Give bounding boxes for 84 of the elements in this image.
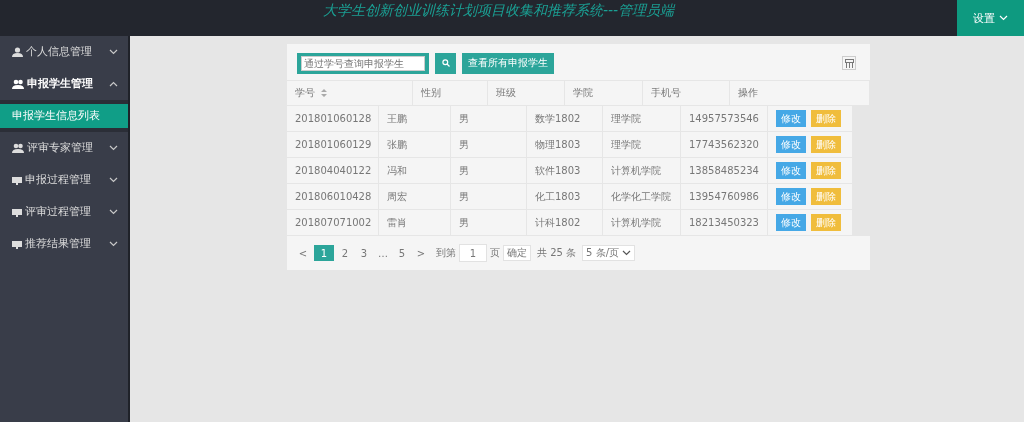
- view-all-button[interactable]: 查看所有申报学生: [462, 52, 554, 74]
- page-button[interactable]: 2: [337, 245, 353, 261]
- chevron-down-icon: [109, 177, 118, 183]
- nav-subitem[interactable]: 申报学生信息列表: [0, 104, 128, 128]
- users-icon: [12, 79, 24, 89]
- table-cell: 计算机学院: [603, 158, 681, 183]
- chevron-down-icon: [109, 241, 118, 247]
- page-input[interactable]: 1: [459, 244, 487, 262]
- table-cell: 13954760986: [681, 184, 768, 209]
- column-header: 操作: [730, 81, 870, 105]
- page-button[interactable]: …: [375, 245, 391, 261]
- nav-item[interactable]: 评审过程管理: [0, 196, 128, 228]
- confirm-button[interactable]: 确定: [503, 245, 531, 261]
- search-button[interactable]: [435, 52, 456, 74]
- table-cell: 王鹏: [379, 106, 451, 131]
- table-cell: 冯和: [379, 158, 451, 183]
- table-cell: 男: [451, 106, 527, 131]
- edit-button[interactable]: 修改: [776, 136, 806, 153]
- table-cell: 物理1803: [527, 132, 603, 157]
- edit-button[interactable]: 修改: [776, 214, 806, 231]
- table-cell: 18213450323: [681, 210, 768, 235]
- nav-item[interactable]: 个人信息管理: [0, 36, 128, 68]
- column-header: 性别: [413, 81, 488, 105]
- table-cell: 201807071002: [287, 210, 379, 235]
- edit-button[interactable]: 修改: [776, 110, 806, 127]
- table-cell: 201801060128: [287, 106, 379, 131]
- search-icon: [441, 59, 450, 67]
- chevron-down-icon: [109, 209, 118, 215]
- chevron-up-icon: [109, 81, 118, 87]
- window-title: 大学生创新创业训练计划项目收集和推荐系统---管理员端: [321, 1, 677, 20]
- page-size-select[interactable]: 5 条/页: [582, 245, 635, 261]
- table-cell: 计科1802: [527, 210, 603, 235]
- column-header[interactable]: 学号: [287, 81, 413, 105]
- table-cell: 雷肖: [379, 210, 451, 235]
- columns-button[interactable]: [842, 56, 856, 70]
- card-icon: [12, 175, 22, 185]
- page-button[interactable]: 1: [314, 245, 334, 261]
- nav-item[interactable]: 申报学生管理: [0, 68, 128, 100]
- total-count: 共 25 条: [537, 246, 577, 260]
- table-cell: 201801060129: [287, 132, 379, 157]
- column-header: 手机号: [643, 81, 730, 105]
- chevron-down-icon: [109, 145, 118, 151]
- table-cell: 男: [451, 158, 527, 183]
- card-icon: [12, 239, 22, 249]
- next-page-button[interactable]: >: [413, 245, 429, 261]
- table-cell: 理学院: [603, 106, 681, 131]
- table-cell: 男: [451, 184, 527, 209]
- chevron-down-icon: [622, 250, 631, 256]
- columns-icon: [844, 58, 854, 68]
- chevron-down-icon: [109, 49, 118, 55]
- table-cell: 17743562320: [681, 132, 768, 157]
- page-unit: 页: [490, 246, 500, 260]
- goto-label: 到第: [436, 246, 456, 260]
- edit-button[interactable]: 修改: [776, 162, 806, 179]
- table-cell: 男: [451, 132, 527, 157]
- table-cell: 化工1803: [527, 184, 603, 209]
- column-header: 学院: [565, 81, 643, 105]
- page-button[interactable]: 3: [356, 245, 372, 261]
- prev-page-button[interactable]: <: [295, 245, 311, 261]
- table-cell: 13858485234: [681, 158, 768, 183]
- nav-item[interactable]: 申报过程管理: [0, 164, 128, 196]
- search-field[interactable]: 通过学号查询申报学生: [297, 52, 429, 74]
- table-cell: 201806010428: [287, 184, 379, 209]
- nav-item[interactable]: 推荐结果管理: [0, 228, 128, 260]
- table-cell: 男: [451, 210, 527, 235]
- table-cell: 14957573546: [681, 106, 768, 131]
- chevron-down-icon: [999, 15, 1008, 21]
- users-icon: [12, 143, 24, 153]
- page-button[interactable]: 5: [394, 245, 410, 261]
- table-cell: 数学1802: [527, 106, 603, 131]
- column-header: 班级: [488, 81, 565, 105]
- table-cell: 化学化工学院: [603, 184, 681, 209]
- edit-button[interactable]: 修改: [776, 188, 806, 205]
- table-cell: 计算机学院: [603, 210, 681, 235]
- settings-button[interactable]: 设置: [957, 0, 1024, 36]
- user-icon: [12, 47, 23, 57]
- table-cell: 周宏: [379, 184, 451, 209]
- table-cell: 201804040122: [287, 158, 379, 183]
- table-cell: 理学院: [603, 132, 681, 157]
- sort-icon: [321, 89, 327, 97]
- card-icon: [12, 207, 22, 217]
- nav-item[interactable]: 评审专家管理: [0, 132, 128, 164]
- table-cell: 软件1803: [527, 158, 603, 183]
- table-cell: 张鹏: [379, 132, 451, 157]
